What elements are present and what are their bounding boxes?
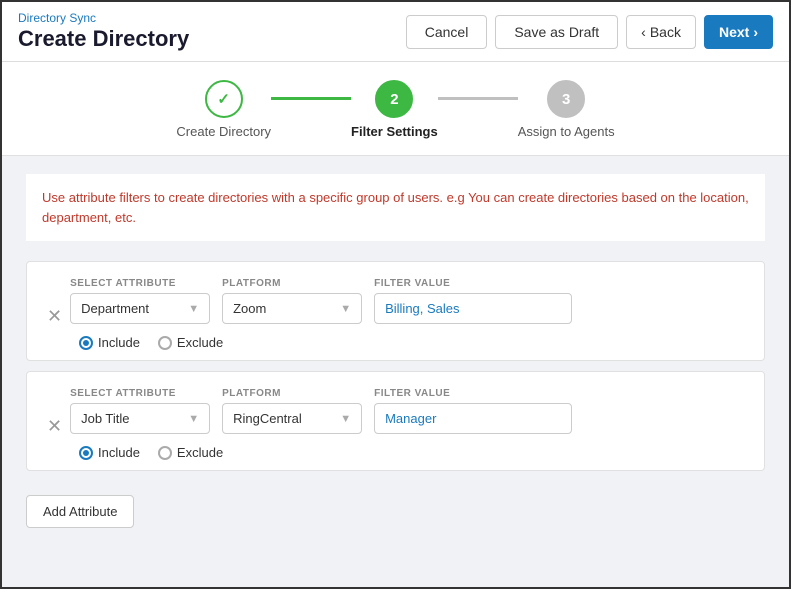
field-group-filter-2: FILTER VALUE <box>374 388 572 434</box>
attribute-row-1: ✕ SELECT ATTRIBUTE Department ▼ PLATFORM… <box>47 278 744 327</box>
exclude-radio-2[interactable]: Exclude <box>158 445 223 460</box>
platform-value-1: Zoom <box>233 301 266 316</box>
step-assign-circle: 3 <box>547 80 585 118</box>
step-create-circle: ✓ <box>205 80 243 118</box>
step-create-label: Create Directory <box>176 124 271 139</box>
include-radio-dot-2 <box>79 446 93 460</box>
step-filter: 2 Filter Settings <box>351 80 438 139</box>
select-attribute-value-2: Job Title <box>81 411 129 426</box>
step-line-1 <box>271 97 351 100</box>
select-attribute-label-1: SELECT ATTRIBUTE <box>70 278 210 289</box>
attribute-row-2: ✕ SELECT ATTRIBUTE Job Title ▼ PLATFORM … <box>47 388 744 437</box>
select-attribute-label-2: SELECT ATTRIBUTE <box>70 388 210 399</box>
platform-value-2: RingCentral <box>233 411 302 426</box>
remove-attribute-2-icon[interactable]: ✕ <box>47 416 62 437</box>
filter-value-input-1[interactable] <box>374 293 572 324</box>
header-left: Directory Sync Create Directory <box>18 11 189 52</box>
include-radio-2[interactable]: Include <box>79 445 140 460</box>
cancel-button[interactable]: Cancel <box>406 15 488 49</box>
step-filter-circle: 2 <box>375 80 413 118</box>
step-line-2 <box>438 97 518 100</box>
radio-row-2: Include Exclude <box>79 445 744 460</box>
add-attribute-button[interactable]: Add Attribute <box>26 495 134 528</box>
select-attribute-dropdown-1[interactable]: Department ▼ <box>70 293 210 324</box>
include-label-1: Include <box>98 335 140 350</box>
platform-label-2: PLATFORM <box>222 388 362 399</box>
stepper-inner: ✓ Create Directory 2 Filter Settings 3 A… <box>176 80 614 139</box>
field-group-filter-1: FILTER VALUE <box>374 278 572 324</box>
chevron-left-icon: ‹ <box>641 24 646 40</box>
field-group-select-2: SELECT ATTRIBUTE Job Title ▼ <box>70 388 210 434</box>
header: Directory Sync Create Directory Cancel S… <box>2 2 789 62</box>
content-area: Use attribute filters to create director… <box>2 156 789 546</box>
filter-label-2: FILTER VALUE <box>374 388 572 399</box>
filter-label-1: FILTER VALUE <box>374 278 572 289</box>
platform-label-1: PLATFORM <box>222 278 362 289</box>
platform-dropdown-1[interactable]: Zoom ▼ <box>222 293 362 324</box>
exclude-radio-1[interactable]: Exclude <box>158 335 223 350</box>
back-button[interactable]: ‹ Back <box>626 15 696 49</box>
info-box: Use attribute filters to create director… <box>26 174 765 241</box>
exclude-label-2: Exclude <box>177 445 223 460</box>
radio-row-1: Include Exclude <box>79 335 744 350</box>
exclude-radio-dot-1 <box>158 336 172 350</box>
include-radio-dot-1 <box>79 336 93 350</box>
header-actions: Cancel Save as Draft ‹ Back Next › <box>406 15 773 49</box>
attr-fields-1: SELECT ATTRIBUTE Department ▼ PLATFORM Z… <box>70 278 744 324</box>
info-text: Use attribute filters to create director… <box>42 190 749 225</box>
step-assign: 3 Assign to Agents <box>518 80 615 139</box>
step-create: ✓ Create Directory <box>176 80 271 139</box>
main-content: Use attribute filters to create director… <box>2 156 789 546</box>
save-draft-button[interactable]: Save as Draft <box>495 15 618 49</box>
attribute-section-1: ✕ SELECT ATTRIBUTE Department ▼ PLATFORM… <box>26 261 765 361</box>
page-title: Create Directory <box>18 26 189 52</box>
chevron-down-icon-2: ▼ <box>340 303 351 315</box>
include-radio-1[interactable]: Include <box>79 335 140 350</box>
step-filter-label: Filter Settings <box>351 124 438 139</box>
attr-fields-2: SELECT ATTRIBUTE Job Title ▼ PLATFORM Ri… <box>70 388 744 434</box>
field-group-platform-2: PLATFORM RingCentral ▼ <box>222 388 362 434</box>
stepper: ✓ Create Directory 2 Filter Settings 3 A… <box>2 62 789 156</box>
exclude-radio-dot-2 <box>158 446 172 460</box>
step-assign-label: Assign to Agents <box>518 124 615 139</box>
breadcrumb[interactable]: Directory Sync <box>18 11 189 25</box>
next-button[interactable]: Next › <box>704 15 773 49</box>
remove-attribute-1-icon[interactable]: ✕ <box>47 306 62 327</box>
chevron-down-icon: ▼ <box>188 303 199 315</box>
select-attribute-value-1: Department <box>81 301 149 316</box>
chevron-down-icon-3: ▼ <box>188 413 199 425</box>
field-group-platform-1: PLATFORM Zoom ▼ <box>222 278 362 324</box>
filter-value-input-2[interactable] <box>374 403 572 434</box>
include-label-2: Include <box>98 445 140 460</box>
field-group-select-1: SELECT ATTRIBUTE Department ▼ <box>70 278 210 324</box>
attribute-section-2: ✕ SELECT ATTRIBUTE Job Title ▼ PLATFORM … <box>26 371 765 471</box>
chevron-down-icon-4: ▼ <box>340 413 351 425</box>
exclude-label-1: Exclude <box>177 335 223 350</box>
chevron-right-icon: › <box>753 24 758 40</box>
select-attribute-dropdown-2[interactable]: Job Title ▼ <box>70 403 210 434</box>
platform-dropdown-2[interactable]: RingCentral ▼ <box>222 403 362 434</box>
